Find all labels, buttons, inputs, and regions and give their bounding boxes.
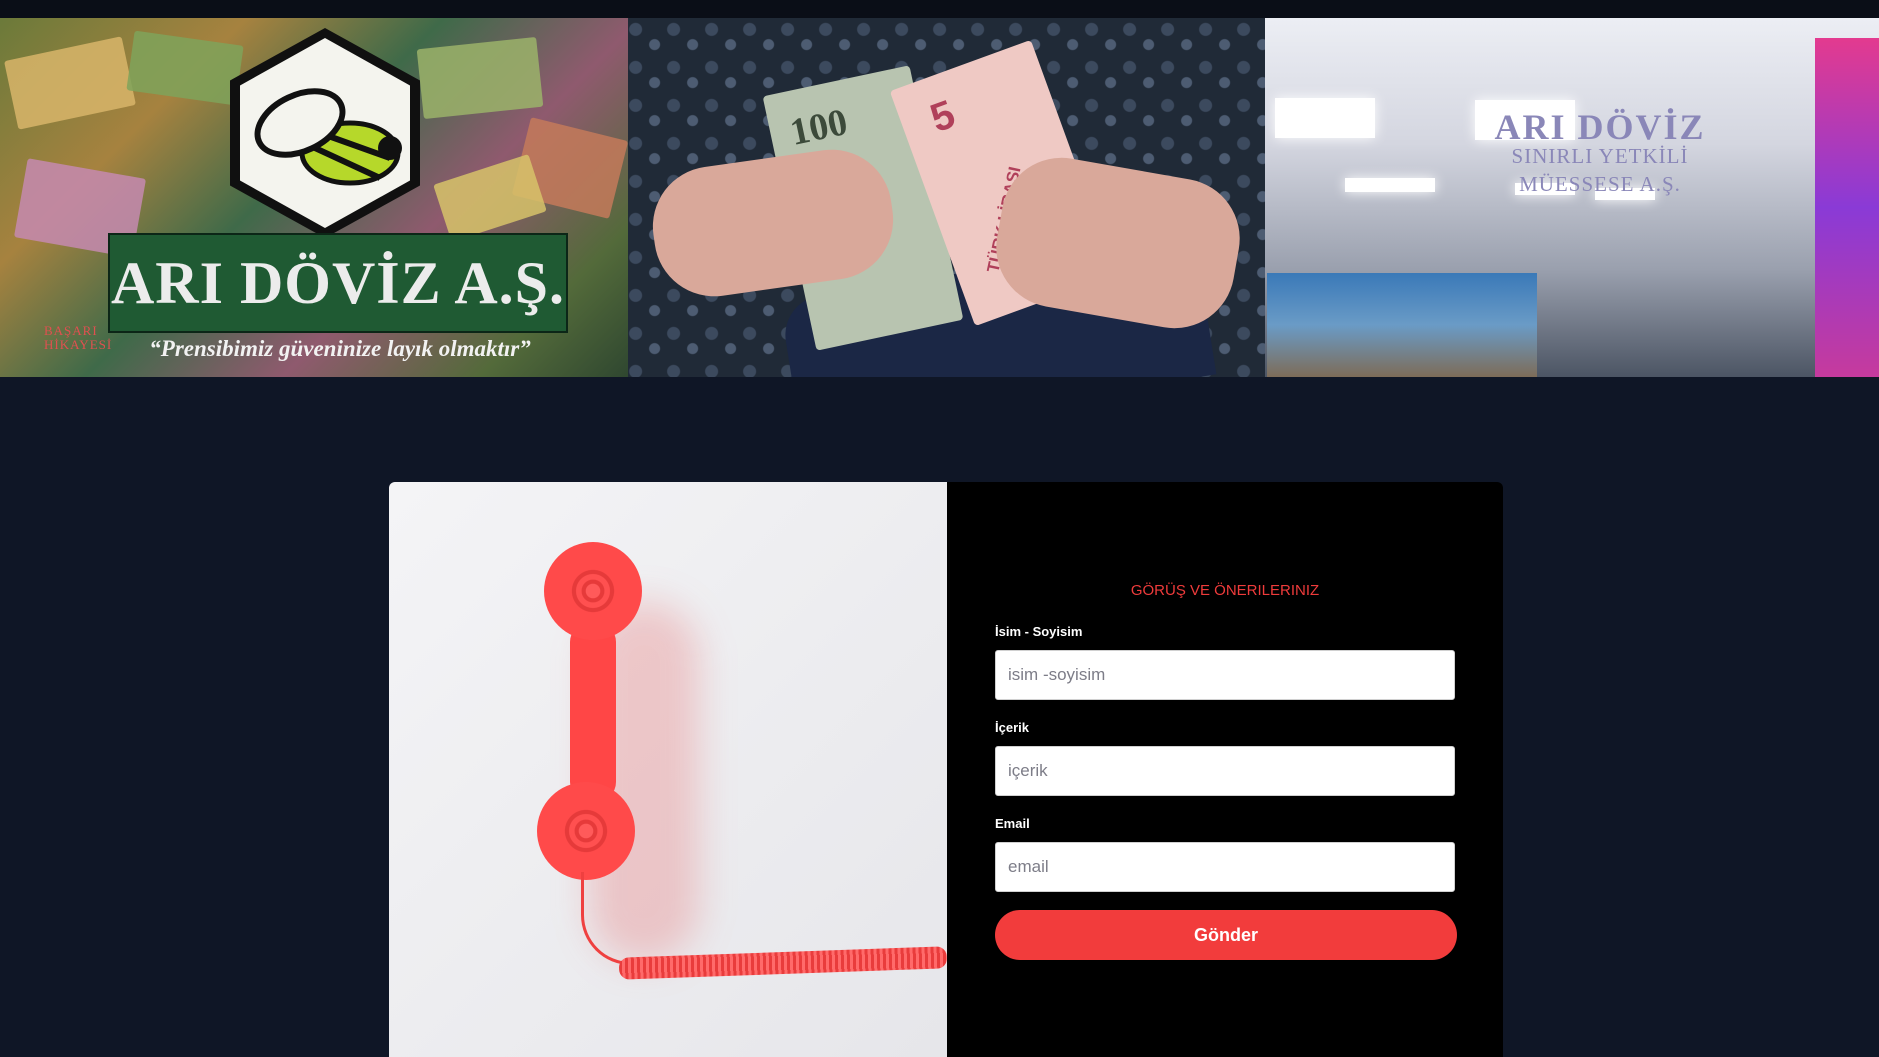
money-hands-photo: 100 5 TÜRK LİRASI [628, 18, 1265, 377]
top-bar [0, 0, 1879, 18]
bee-hexagon-logo-icon [230, 28, 420, 238]
form-title: GÖRÜŞ VE ÖNERILERINIZ [1130, 582, 1320, 599]
content-label: İçerik [995, 720, 1029, 735]
badge-line-1: BAŞARI [44, 323, 98, 338]
contact-card: GÖRÜŞ VE ÖNERILERINIZ İsim - Soyisim İçe… [389, 482, 1503, 1057]
submit-button[interactable]: Gönder [995, 910, 1457, 960]
brand-logo-photo: ARI DÖVİZ A.Ş. “Prensibimiz güveninize l… [0, 18, 628, 377]
telephone-image [389, 482, 948, 1057]
telephone-handset-icon [544, 542, 642, 640]
istanbul-poster [1267, 273, 1537, 377]
hero-gallery: ARI DÖVİZ A.Ş. “Prensibimiz güveninize l… [0, 18, 1879, 377]
brand-banner: ARI DÖVİZ A.Ş. [108, 233, 568, 333]
name-label: İsim - Soyisim [995, 624, 1083, 639]
shop-front-photo: ARI DÖVİZ SINIRLI YETKİLİ MÜESSESE A.Ş. [1265, 18, 1879, 377]
email-input[interactable] [995, 842, 1455, 892]
brand-motto: “Prensibimiz güveninize layık olmaktır” [149, 336, 531, 361]
content-input[interactable] [995, 746, 1455, 796]
badge-line-2: HİKAYESİ [44, 337, 113, 352]
email-label: Email [995, 816, 1030, 831]
success-story-badge: BAŞARI HİKAYESİ [44, 324, 112, 352]
shop-sign-subtitle: SINIRLI YETKİLİ MÜESSESE A.Ş. [1511, 144, 1689, 196]
name-input[interactable] [995, 650, 1455, 700]
brand-name: ARI DÖVİZ A.Ş. [110, 249, 566, 316]
feedback-form: GÖRÜŞ VE ÖNERILERINIZ İsim - Soyisim İçe… [947, 482, 1503, 1057]
led-display [1815, 38, 1879, 377]
